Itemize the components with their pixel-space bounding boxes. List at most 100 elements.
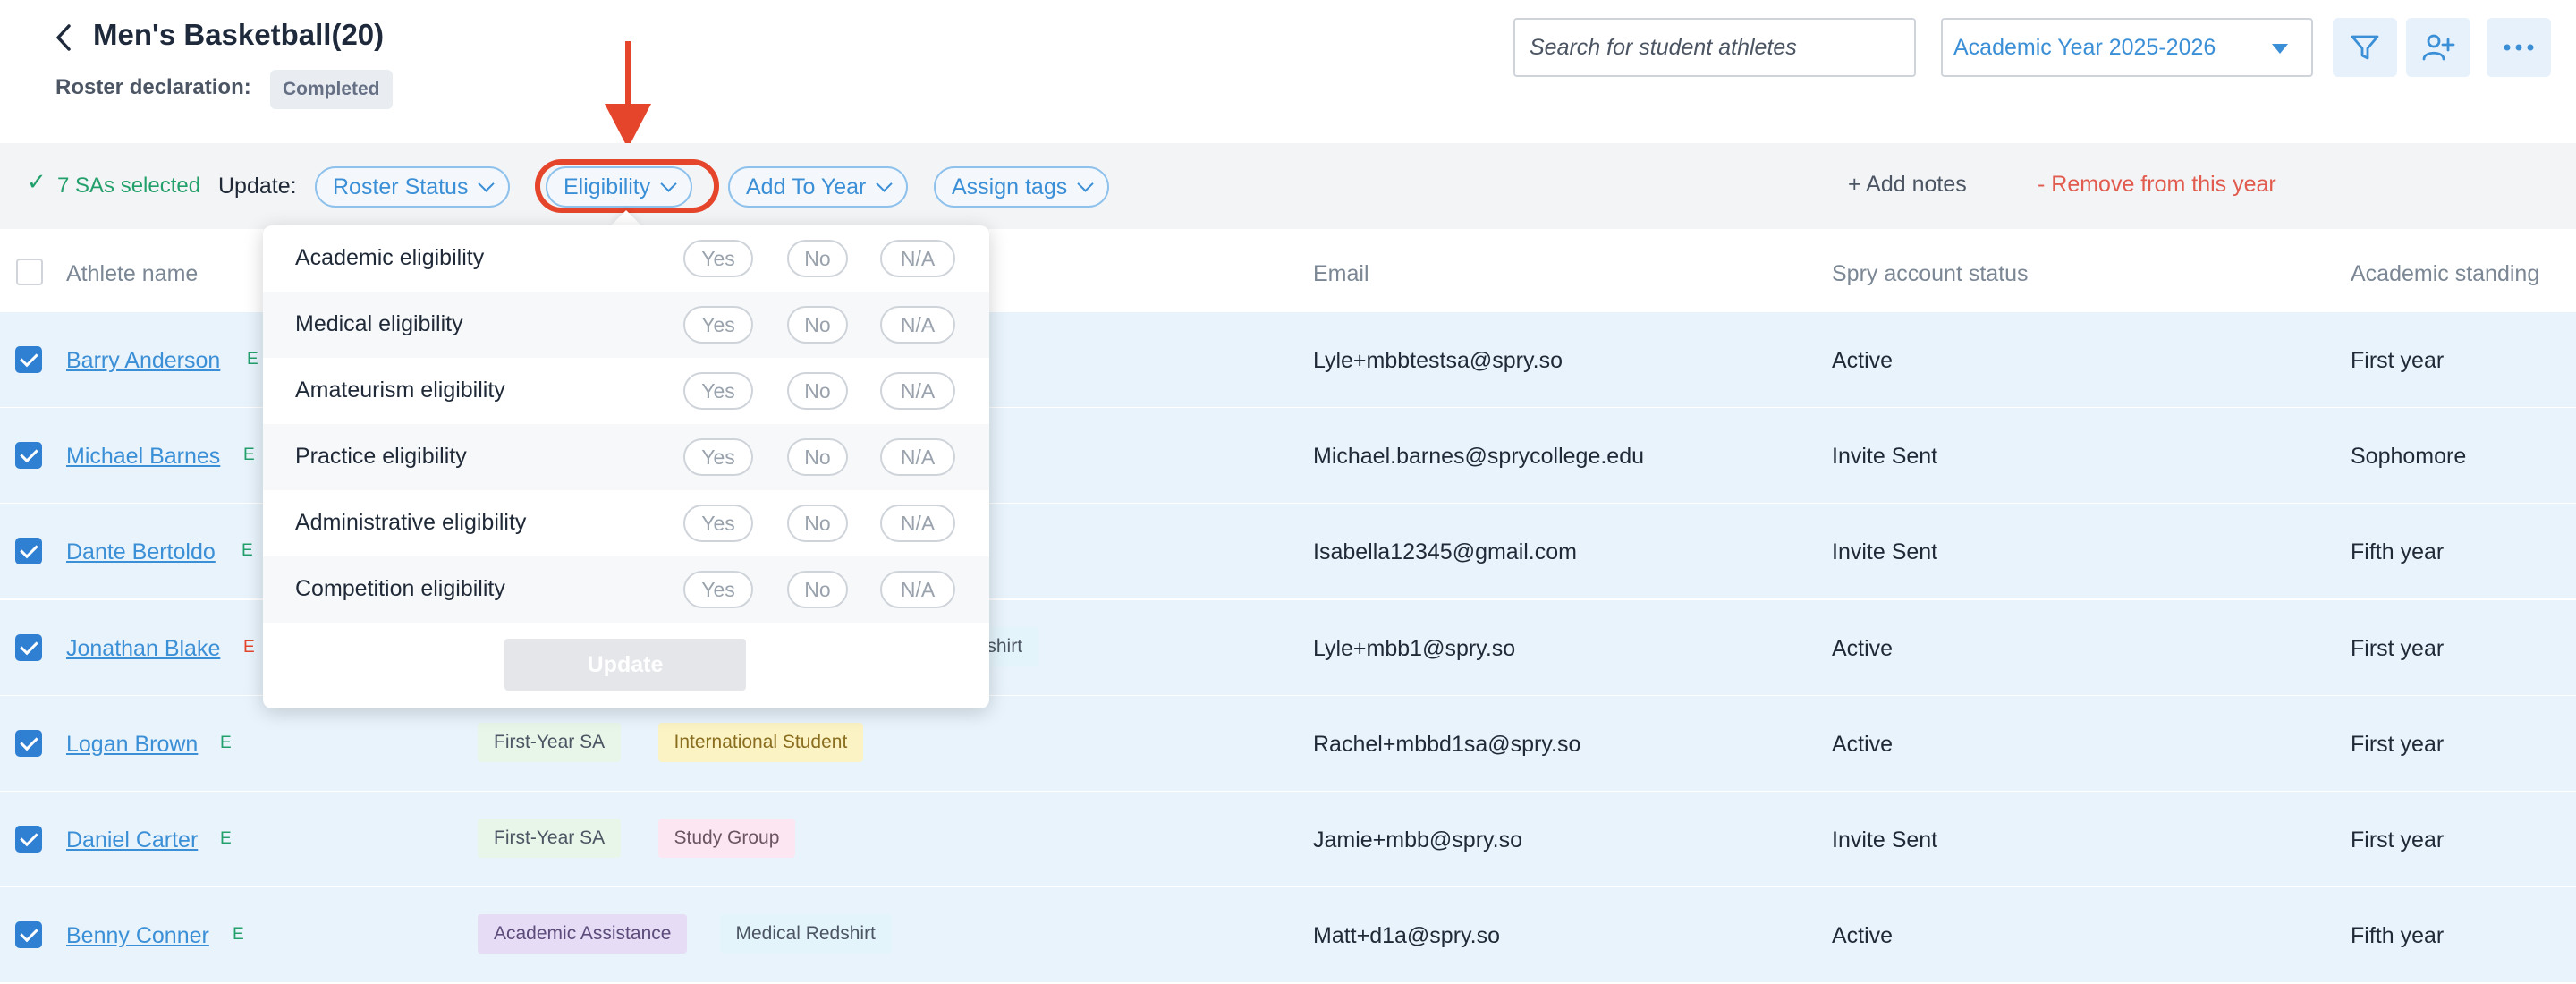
eligibility-indicator: E <box>233 925 244 944</box>
athlete-name-link[interactable]: Michael Barnes <box>66 444 220 470</box>
column-header-athlete-name[interactable]: Athlete name <box>66 261 198 287</box>
eligibility-indicator: E <box>242 541 253 560</box>
search-input[interactable] <box>1513 18 1916 77</box>
remove-from-year-link[interactable]: - Remove from this year <box>2038 172 2276 198</box>
eligibility-option-yes[interactable]: Yes <box>683 372 753 410</box>
academic-standing-cell: First year <box>2351 636 2445 661</box>
pill-label: Roster Status <box>333 174 469 199</box>
page-header: Men's Basketball(20) Roster declaration:… <box>0 0 2576 143</box>
eligibility-option-row: Administrative eligibility Yes No N/A <box>263 490 989 556</box>
row-checkbox[interactable] <box>15 730 42 757</box>
add-user-button[interactable] <box>2406 18 2470 77</box>
eligibility-option-no[interactable]: No <box>787 438 848 476</box>
roster-status-badge: Completed <box>270 70 393 109</box>
athlete-name-link[interactable]: Daniel Carter <box>66 827 198 853</box>
eligibility-option-no[interactable]: No <box>787 571 848 608</box>
add-to-year-dropdown[interactable]: Add To Year <box>728 166 909 208</box>
eligibility-indicator: E <box>243 638 255 657</box>
eligibility-option-yes[interactable]: Yes <box>683 571 753 608</box>
account-status-cell: Active <box>1832 348 1894 373</box>
eligibility-option-na[interactable]: N/A <box>880 240 955 277</box>
account-status-cell: Invite Sent <box>1832 444 1938 469</box>
tag-badge: International Student <box>657 723 864 762</box>
eligibility-option-na[interactable]: N/A <box>880 505 955 542</box>
account-status-cell: Invite Sent <box>1832 539 1938 564</box>
check-icon: ✓ <box>27 168 47 195</box>
eligibility-option-no[interactable]: No <box>787 372 848 410</box>
eligibility-update-button[interactable]: Update <box>504 639 746 691</box>
academic-standing-cell: Fifth year <box>2351 539 2445 564</box>
eligibility-option-na[interactable]: N/A <box>880 306 955 344</box>
academic-standing-cell: Fifth year <box>2351 923 2445 948</box>
email-cell: Michael.barnes@sprycollege.edu <box>1313 444 1645 469</box>
column-header-academic-standing[interactable]: Academic standing <box>2351 261 2539 287</box>
academic-standing-cell: First year <box>2351 827 2445 853</box>
eligibility-option-no[interactable]: No <box>787 306 848 344</box>
eligibility-option-row: Practice eligibility Yes No N/A <box>263 424 989 490</box>
page-title: Men's Basketball(20) <box>93 18 385 51</box>
filter-icon <box>2351 35 2379 60</box>
more-options-button[interactable] <box>2487 18 2551 77</box>
chevron-down-icon <box>478 174 496 192</box>
table-row[interactable]: Daniel Carter E First-Year SA Study Group Ja… <box>0 792 2576 887</box>
account-status-cell: Active <box>1832 923 1894 948</box>
eligibility-option-row: Academic eligibility Yes No N/A <box>263 225 989 292</box>
row-checkbox[interactable] <box>15 538 42 564</box>
athlete-name-link[interactable]: Jonathan Blake <box>66 636 220 662</box>
column-header-email[interactable]: Email <box>1313 261 1369 287</box>
more-horizontal-icon <box>2504 44 2534 51</box>
eligibility-option-yes[interactable]: Yes <box>683 240 753 277</box>
caret-down-icon <box>2272 44 2288 54</box>
roster-status-dropdown[interactable]: Roster Status <box>315 166 511 208</box>
filter-button[interactable] <box>2333 18 2397 77</box>
eligibility-option-no[interactable]: No <box>787 240 848 277</box>
eligibility-menu: Academic eligibility Yes No N/A Medical elig… <box>263 225 989 708</box>
eligibility-indicator: E <box>243 445 255 464</box>
academic-standing-cell: Sophomore <box>2351 444 2467 469</box>
eligibility-option-na[interactable]: N/A <box>880 438 955 476</box>
eligibility-option-na[interactable]: N/A <box>880 372 955 410</box>
athlete-name-link[interactable]: Benny Conner <box>66 923 209 949</box>
eligibility-option-no[interactable]: No <box>787 505 848 542</box>
assign-tags-dropdown[interactable]: Assign tags <box>934 166 1110 208</box>
eligibility-option-yes[interactable]: Yes <box>683 438 753 476</box>
column-header-account-status[interactable]: Spry account status <box>1832 261 2029 287</box>
eligibility-option-row: Competition eligibility Yes No N/A <box>263 556 989 623</box>
academic-standing-cell: First year <box>2351 348 2445 373</box>
eligibility-option-na[interactable]: N/A <box>880 571 955 608</box>
tag-badge: Academic Assistance <box>478 914 688 954</box>
account-status-cell: Invite Sent <box>1832 827 1938 853</box>
account-status-cell: Active <box>1832 636 1894 661</box>
eligibility-dropdown[interactable]: Eligibility <box>546 166 693 208</box>
eligibility-option-row: Medical eligibility Yes No N/A <box>263 292 989 358</box>
add-notes-link[interactable]: + Add notes <box>1848 172 1967 198</box>
athlete-name-link[interactable]: Logan Brown <box>66 732 198 758</box>
athlete-name-link[interactable]: Barry Anderson <box>66 348 220 374</box>
row-checkbox[interactable] <box>15 921 42 948</box>
eligibility-option-yes[interactable]: Yes <box>683 306 753 344</box>
tag-badge: First-Year SA <box>478 723 622 762</box>
eligibility-type-label: Administrative eligibility <box>295 510 527 535</box>
eligibility-option-yes[interactable]: Yes <box>683 505 753 542</box>
pill-label: Eligibility <box>564 174 651 199</box>
email-cell: Lyle+mbb1@spry.so <box>1313 636 1516 661</box>
table-row[interactable]: Benny Conner E Academic Assistance Medical … <box>0 887 2576 983</box>
academic-standing-cell: First year <box>2351 732 2445 757</box>
back-button[interactable] <box>50 20 77 55</box>
table-row[interactable]: Logan Brown E First-Year SA International S… <box>0 696 2576 792</box>
eligibility-option-row: Amateurism eligibility Yes No N/A <box>263 358 989 424</box>
select-all-checkbox[interactable] <box>16 259 43 285</box>
athlete-name-link[interactable]: Dante Bertoldo <box>66 539 216 565</box>
row-checkbox[interactable] <box>15 634 42 661</box>
tag-badge: Study Group <box>657 819 796 858</box>
eligibility-type-label: Academic eligibility <box>295 245 485 270</box>
chevron-down-icon <box>876 174 894 192</box>
row-checkbox[interactable] <box>15 826 42 853</box>
pill-label: Add To Year <box>746 174 867 199</box>
pill-label: Assign tags <box>952 174 1068 199</box>
row-checkbox[interactable] <box>15 346 42 373</box>
row-checkbox[interactable] <box>15 442 42 469</box>
email-cell: Isabella12345@gmail.com <box>1313 539 1577 564</box>
eligibility-indicator: E <box>247 350 258 369</box>
academic-year-select[interactable]: Academic Year 2025-2026 <box>1941 18 2313 77</box>
